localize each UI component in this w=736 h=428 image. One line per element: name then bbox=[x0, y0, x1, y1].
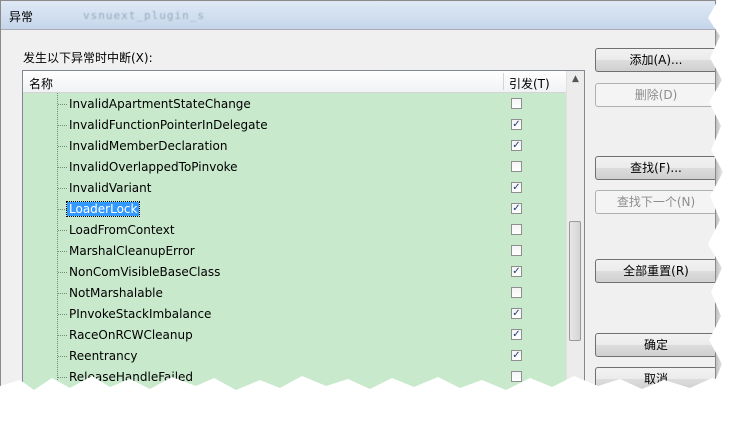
list-rows: InvalidApartmentStateChange InvalidFuncti… bbox=[23, 93, 567, 394]
exception-name[interactable]: Reentrancy bbox=[67, 349, 139, 363]
column-header-raise[interactable]: 引发(T) bbox=[509, 75, 550, 92]
exception-name[interactable]: InvalidOverlappedToPinvoke bbox=[67, 160, 240, 174]
exception-name[interactable]: LoaderLock bbox=[65, 201, 141, 217]
exception-name[interactable]: InvalidApartmentStateChange bbox=[67, 97, 253, 111]
exception-name[interactable]: RaceOnRCWCleanup bbox=[67, 328, 195, 342]
exception-name[interactable]: MarshalCleanupError bbox=[67, 244, 197, 258]
raise-checkbox[interactable] bbox=[511, 161, 522, 172]
raise-checkbox[interactable]: ✓ bbox=[511, 308, 522, 319]
tree-branch-line bbox=[58, 146, 67, 147]
list-item[interactable]: NotMarshalable bbox=[23, 283, 567, 304]
tree-branch-line bbox=[58, 335, 67, 336]
exception-name[interactable]: PInvokeStackImbalance bbox=[67, 307, 213, 321]
list-item[interactable]: InvalidVariant ✓ bbox=[23, 178, 567, 199]
title-bar: 异常 vsnuext_plugin_s bbox=[1, 1, 715, 30]
find-button[interactable]: 查找(F)... bbox=[595, 156, 715, 180]
list-item[interactable]: Reentrancy ✓ bbox=[23, 346, 567, 367]
exception-name[interactable]: LoadFromContext bbox=[67, 223, 177, 237]
column-header-name[interactable]: 名称 bbox=[29, 75, 53, 92]
scroll-up-icon[interactable]: ▲ bbox=[567, 71, 584, 88]
list-item[interactable]: PInvokeStackImbalance ✓ bbox=[23, 304, 567, 325]
tree-branch-line bbox=[58, 125, 67, 126]
break-on-label: 发生以下异常时中断(X): bbox=[23, 51, 153, 65]
exception-name[interactable]: NotMarshalable bbox=[67, 286, 165, 300]
cancel-button[interactable]: 取消 bbox=[595, 367, 715, 391]
scroll-down-icon[interactable]: ▼ bbox=[567, 377, 584, 394]
list-item[interactable]: InvalidMemberDeclaration ✓ bbox=[23, 136, 567, 157]
raise-checkbox[interactable]: ✓ bbox=[511, 266, 522, 277]
exception-name[interactable]: InvalidVariant bbox=[67, 181, 153, 195]
exceptions-dialog: 异常 vsnuext_plugin_s 发生以下异常时中断(X): 名称 引发(… bbox=[0, 0, 716, 410]
list-item[interactable]: MarshalCleanupError bbox=[23, 241, 567, 262]
exceptions-list[interactable]: 名称 引发(T) InvalidApartmentStateChange Inva… bbox=[22, 70, 585, 395]
exception-name[interactable]: NonComVisibleBaseClass bbox=[67, 265, 222, 279]
obscured-title-text: vsnuext_plugin_s bbox=[83, 9, 205, 22]
ok-button[interactable]: 确定 bbox=[595, 333, 715, 357]
tree-branch-line bbox=[58, 251, 67, 252]
tree-branch-line bbox=[58, 188, 67, 189]
raise-checkbox[interactable]: ✓ bbox=[511, 203, 522, 214]
raise-checkbox[interactable]: ✓ bbox=[511, 140, 522, 151]
raise-checkbox[interactable]: ✓ bbox=[511, 350, 522, 361]
list-item[interactable]: InvalidApartmentStateChange bbox=[23, 94, 567, 115]
find-next-button[interactable]: 查找下一个(N) bbox=[595, 190, 715, 214]
raise-checkbox[interactable] bbox=[511, 224, 522, 235]
list-item[interactable]: RaceOnRCWCleanup ✓ bbox=[23, 325, 567, 346]
exception-name[interactable]: ReleaseHandleFailed bbox=[67, 370, 195, 384]
raise-checkbox[interactable]: ✓ bbox=[511, 119, 522, 130]
raise-checkbox[interactable] bbox=[511, 371, 522, 382]
scroll-thumb[interactable] bbox=[569, 221, 581, 341]
raise-checkbox[interactable] bbox=[511, 245, 522, 256]
tree-branch-line bbox=[58, 272, 67, 273]
tree-branch-line bbox=[58, 356, 67, 357]
raise-checkbox[interactable]: ✓ bbox=[511, 182, 522, 193]
vertical-scrollbar[interactable]: ▲ ▼ bbox=[566, 71, 584, 394]
list-item[interactable]: NonComVisibleBaseClass ✓ bbox=[23, 262, 567, 283]
tree-branch-line bbox=[58, 104, 67, 105]
list-item[interactable]: LoadFromContext bbox=[23, 220, 567, 241]
list-item[interactable]: ReleaseHandleFailed bbox=[23, 367, 567, 388]
raise-checkbox[interactable] bbox=[511, 98, 522, 109]
window-title: 异常 bbox=[9, 10, 34, 24]
add-button[interactable]: 添加(A)... bbox=[595, 48, 715, 72]
tree-branch-line bbox=[58, 293, 67, 294]
list-header: 名称 引发(T) bbox=[23, 71, 567, 93]
tree-branch-line bbox=[58, 167, 67, 168]
column-separator bbox=[503, 73, 504, 90]
tree-branch-line bbox=[58, 377, 67, 378]
tree-branch-line bbox=[58, 230, 67, 231]
raise-checkbox[interactable]: ✓ bbox=[511, 329, 522, 340]
reset-all-button[interactable]: 全部重置(R) bbox=[595, 259, 715, 283]
tree-branch-line bbox=[58, 314, 67, 315]
list-item[interactable]: LoaderLock ✓ bbox=[23, 199, 567, 220]
tree-branch-line bbox=[58, 209, 67, 210]
list-item[interactable]: InvalidOverlappedToPinvoke bbox=[23, 157, 567, 178]
raise-checkbox[interactable] bbox=[511, 287, 522, 298]
delete-button[interactable]: 删除(D) bbox=[595, 83, 715, 107]
exception-name[interactable]: InvalidFunctionPointerInDelegate bbox=[67, 118, 270, 132]
exception-name[interactable]: InvalidMemberDeclaration bbox=[67, 139, 229, 153]
list-item[interactable]: InvalidFunctionPointerInDelegate ✓ bbox=[23, 115, 567, 136]
